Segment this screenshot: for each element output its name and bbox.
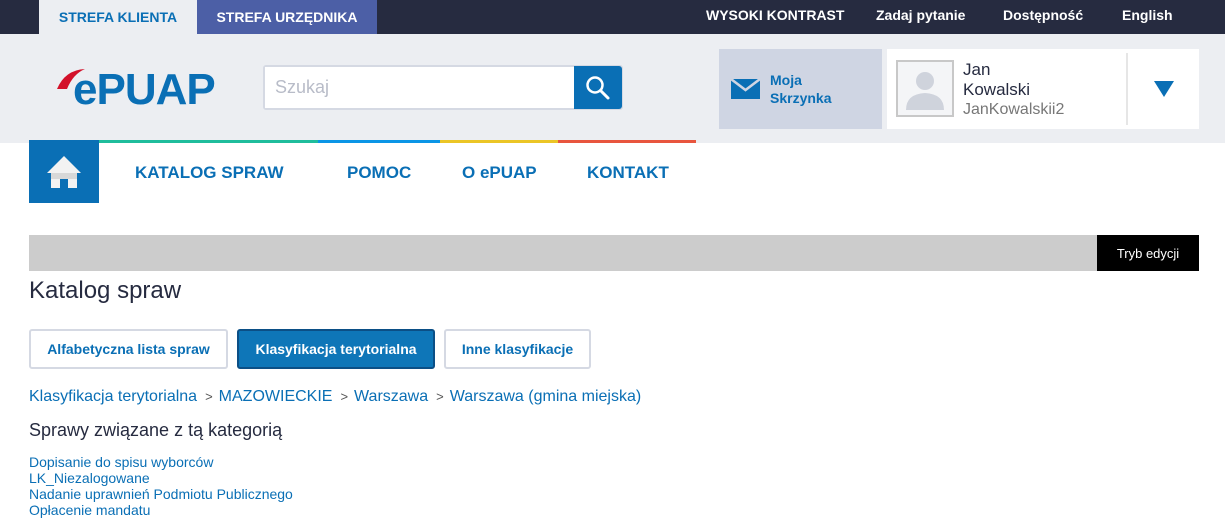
mailbox-button[interactable]: Moja Skrzynka [719, 49, 882, 129]
breadcrumb-item[interactable]: MAZOWIECKIE [219, 388, 333, 405]
user-login: JanKowalskii2 [963, 101, 1065, 118]
mailbox-label-2: Skrzynka [770, 90, 832, 106]
search-button[interactable] [574, 66, 622, 109]
breadcrumb-separator: > [436, 389, 444, 404]
nav-o-epuap[interactable]: O ePUAP [462, 163, 537, 183]
stripe-blue [318, 140, 440, 143]
avatar [896, 60, 954, 117]
search-icon [586, 75, 610, 99]
stripe-yellow [440, 140, 558, 143]
tab-strefa-urzednika[interactable]: STREFA URZĘDNIKA [197, 0, 377, 34]
edit-bar [29, 235, 1097, 271]
home-icon [47, 155, 81, 188]
nav-kontakt[interactable]: KONTAKT [587, 163, 669, 183]
section-title: Sprawy związane z tą kategorią [29, 420, 283, 440]
case-list: Dopisanie do spisu wyborców LK_Niezalogo… [29, 454, 293, 518]
user-first-name: Jan [963, 60, 991, 79]
english-link[interactable]: English [1122, 0, 1173, 34]
epuap-logo[interactable]: ePUAP [55, 62, 235, 114]
user-menu-toggle[interactable] [1128, 49, 1199, 129]
tab-strefa-klienta[interactable]: STREFA KLIENTA [39, 0, 197, 34]
breadcrumb-separator: > [205, 389, 213, 404]
triangle-down-icon [1153, 81, 1174, 97]
mailbox-label-1: Moja [770, 72, 802, 88]
breadcrumb-item[interactable]: Warszawa (gmina miejska) [450, 388, 641, 405]
case-link[interactable]: Opłacenie mandatu [29, 502, 293, 518]
page-title: Katalog spraw [29, 277, 182, 304]
svg-text:ePUAP: ePUAP [73, 65, 215, 108]
user-last-name: Kowalski [963, 80, 1031, 99]
case-link[interactable]: LK_Niezalogowane [29, 470, 293, 486]
tab-alphabetical[interactable]: Alfabetyczna lista spraw [29, 329, 228, 369]
envelope-icon [731, 79, 760, 99]
breadcrumb-item[interactable]: Klasyfikacja terytorialna [29, 388, 197, 405]
home-button[interactable] [29, 140, 99, 203]
case-link[interactable]: Nadanie uprawnień Podmiotu Publicznego [29, 486, 293, 502]
search-input[interactable] [265, 67, 565, 108]
nav-katalog-spraw[interactable]: KATALOG SPRAW [135, 163, 284, 183]
stripe-teal [99, 140, 318, 143]
accessibility-link[interactable]: Dostępność [1003, 0, 1083, 34]
high-contrast-link[interactable]: WYSOKI KONTRAST [706, 0, 844, 34]
case-link[interactable]: Dopisanie do spisu wyborców [29, 454, 293, 470]
stripe-red [558, 140, 696, 143]
tab-territorial[interactable]: Klasyfikacja terytorialna [237, 329, 435, 369]
breadcrumb: Klasyfikacja terytorialna > MAZOWIECKIE > Wa… [29, 388, 641, 406]
nav-pomoc[interactable]: POMOC [347, 163, 411, 183]
tab-other-classifications[interactable]: Inne klasyfikacje [444, 329, 591, 369]
edit-mode-button[interactable]: Tryb edycji [1097, 235, 1199, 271]
breadcrumb-item[interactable]: Warszawa [354, 388, 428, 405]
breadcrumb-separator: > [340, 389, 349, 404]
search-box [263, 65, 623, 110]
user-panel: Jan Kowalski JanKowalskii2 [887, 49, 1199, 129]
ask-question-link[interactable]: Zadaj pytanie [876, 0, 965, 34]
